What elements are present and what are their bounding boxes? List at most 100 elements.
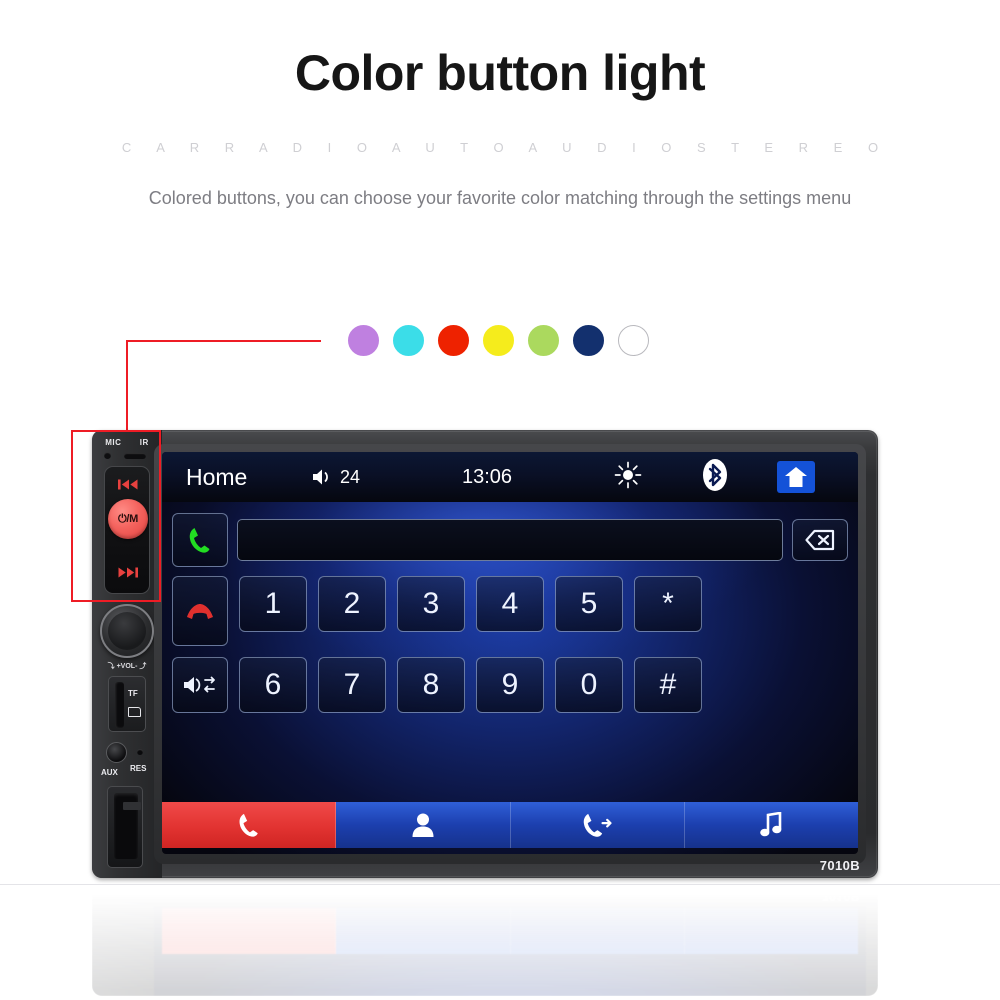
usb-port[interactable] — [107, 786, 143, 868]
reflection-tab-call-history — [510, 908, 685, 954]
previous-track-button[interactable] — [105, 479, 151, 493]
volume-knob[interactable] — [100, 604, 154, 658]
page-root: Color button light C A R R A D I O A U T… — [0, 0, 1000, 1000]
call-icon — [189, 528, 210, 553]
reflection-model-label: 7010B — [821, 889, 860, 904]
end-call-icon — [187, 604, 213, 619]
mic-ir-labels: MIC IR — [96, 438, 158, 447]
ir-label: IR — [139, 438, 149, 447]
page-title: Color button light — [294, 45, 706, 101]
tf-card-opening — [115, 682, 124, 728]
color-swatch-row — [348, 325, 649, 356]
keypad-key-8[interactable]: 8 — [397, 657, 465, 713]
reflection-tab-contacts — [336, 908, 511, 954]
color-swatch-navy[interactable] — [573, 325, 604, 356]
volume-icon — [313, 469, 328, 485]
keypad-key-9[interactable]: 9 — [476, 657, 544, 713]
ir-receiver-icon — [124, 453, 146, 459]
color-swatch-white[interactable] — [618, 325, 649, 356]
usb-port-tab — [123, 802, 141, 810]
device-control-panel: MIC IR ⏻/M ⤵ +VOL- ⤴ TF AUX RES — [92, 430, 162, 878]
keypad-key-hash[interactable]: # — [634, 657, 702, 713]
call-history-icon — [583, 813, 612, 837]
speaker-toggle-button[interactable] — [172, 657, 228, 713]
surface-line — [0, 884, 1000, 885]
page-description: Colored buttons, you can choose your fav… — [148, 188, 852, 208]
reflection-body: 7010B — [92, 884, 878, 996]
device-reflection: 7010B — [92, 884, 878, 996]
brightness-icon — [614, 461, 642, 488]
keypad-key-2[interactable]: 2 — [318, 576, 386, 632]
reflection-control-panel — [92, 884, 162, 996]
reflection-screen — [154, 898, 866, 996]
screen-bezel: Home 24 13:06 1 2 3 4 5 * 6 7 8 9 0 # — [154, 444, 866, 864]
home-button[interactable] — [777, 461, 815, 493]
keypad-row-1: 1 2 3 4 5 * — [172, 576, 848, 646]
callout-leader-horizontal — [126, 340, 321, 342]
color-swatch-purple[interactable] — [348, 325, 379, 356]
dial-keypad: 1 2 3 4 5 * 6 7 8 9 0 # — [162, 576, 858, 713]
tab-music[interactable] — [684, 802, 858, 848]
power-mode-button[interactable]: ⏻/M — [108, 499, 148, 539]
device-model-label: 7010B — [819, 858, 860, 873]
color-swatch-red[interactable] — [438, 325, 469, 356]
power-button-label: ⏻/M — [117, 512, 139, 525]
keypad-key-1[interactable]: 1 — [239, 576, 307, 632]
color-swatch-lightgreen[interactable] — [528, 325, 559, 356]
status-bar: Home 24 13:06 — [162, 452, 858, 502]
bottom-tab-bar — [162, 802, 858, 848]
tf-card-slot[interactable]: TF — [108, 676, 146, 732]
transport-button-pad: ⏻/M — [104, 466, 150, 594]
callout-leader-vertical — [126, 340, 128, 432]
keypad-key-star[interactable]: * — [634, 576, 702, 632]
next-track-button[interactable] — [105, 567, 151, 581]
aux-label: AUX — [101, 768, 118, 777]
speaker-toggle-icon — [184, 676, 215, 693]
status-home-label[interactable]: Home — [186, 464, 247, 491]
phone-icon — [239, 813, 258, 837]
page-eyebrow: C A R R A D I O A U T O A U D I O S T E … — [121, 140, 890, 155]
bluetooth-button[interactable] — [702, 458, 728, 497]
reset-pinhole[interactable] — [137, 749, 143, 755]
end-call-button[interactable] — [172, 576, 228, 646]
tab-call-history[interactable] — [510, 802, 685, 848]
tab-dialer[interactable] — [162, 802, 337, 848]
reflection-tab-dialer — [162, 908, 337, 954]
mic-icon — [104, 452, 111, 459]
aux-jack[interactable] — [106, 742, 127, 763]
touchscreen[interactable]: Home 24 13:06 1 2 3 4 5 * 6 7 8 9 0 # — [162, 452, 858, 854]
home-icon — [785, 467, 807, 487]
tf-label: TF — [128, 689, 138, 698]
dial-entry-row — [162, 510, 858, 570]
reflection-tab-music — [684, 908, 858, 954]
keypad-key-6[interactable]: 6 — [239, 657, 307, 713]
phone-number-display[interactable] — [237, 519, 783, 561]
keypad-key-0[interactable]: 0 — [555, 657, 623, 713]
next-track-icon — [118, 567, 138, 578]
car-stereo-device: MIC IR ⏻/M ⤵ +VOL- ⤴ TF AUX RES Home 24 … — [92, 430, 878, 878]
brightness-button[interactable] — [614, 461, 642, 494]
sd-card-icon — [128, 707, 141, 717]
keypad-key-7[interactable]: 7 — [318, 657, 386, 713]
status-volume[interactable]: 24 — [312, 467, 360, 488]
keypad-key-3[interactable]: 3 — [397, 576, 465, 632]
status-volume-value: 24 — [340, 466, 361, 487]
call-button[interactable] — [172, 513, 228, 567]
contact-icon — [412, 813, 434, 837]
backspace-icon — [805, 529, 835, 551]
mic-label: MIC — [105, 438, 122, 447]
tab-contacts[interactable] — [336, 802, 511, 848]
bluetooth-icon — [703, 458, 727, 491]
volume-label: ⤵ +VOL- ⤴ — [107, 663, 147, 670]
previous-track-icon — [118, 479, 138, 490]
backspace-button[interactable] — [792, 519, 848, 561]
color-swatch-yellow[interactable] — [483, 325, 514, 356]
usb-port-opening — [114, 793, 141, 859]
keypad-key-5[interactable]: 5 — [555, 576, 623, 632]
reflection-tab-bar — [162, 908, 858, 954]
music-note-icon — [760, 812, 782, 837]
status-time: 13:06 — [462, 465, 513, 488]
volume-knob-face — [108, 612, 146, 650]
keypad-key-4[interactable]: 4 — [476, 576, 544, 632]
color-swatch-cyan[interactable] — [393, 325, 424, 356]
